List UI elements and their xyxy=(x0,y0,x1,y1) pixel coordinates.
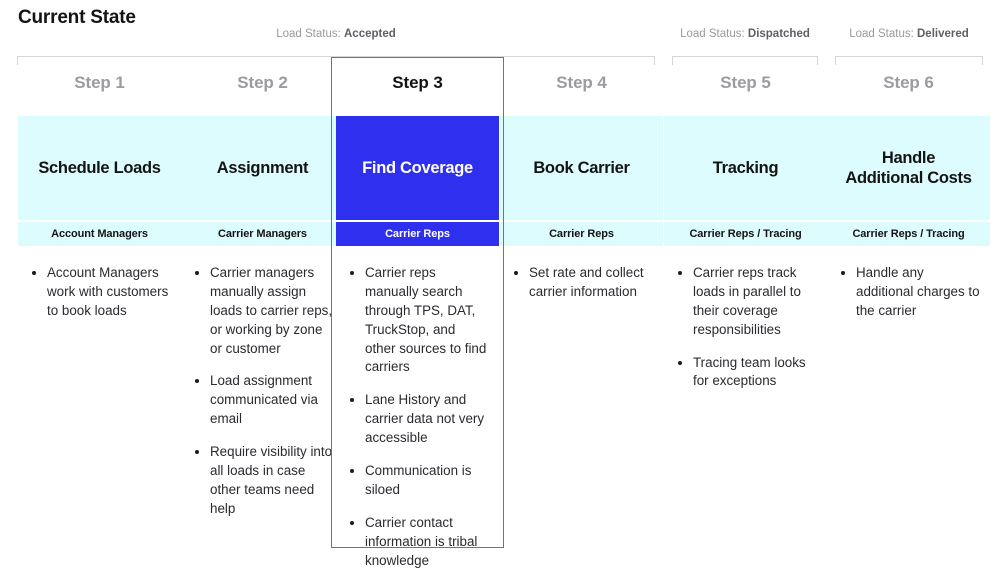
step-bullet-list: Handle any additional charges to the car… xyxy=(827,246,990,321)
step-label: Step 5 xyxy=(720,73,771,92)
step-card-body: Assignment xyxy=(181,116,344,220)
step-card-role: Carrier Managers xyxy=(218,228,307,240)
step-card-footer: Account Managers xyxy=(18,220,181,246)
list-item: Carrier contact information is tribal kn… xyxy=(346,514,489,571)
load-status-group: Load Status: Dispatched xyxy=(672,28,818,65)
step-label: Step 4 xyxy=(556,73,607,92)
step-card-role: Account Managers xyxy=(51,228,148,240)
load-status-group: Load Status: Accepted xyxy=(17,28,655,65)
page-title: Current State xyxy=(18,7,136,28)
load-status-label: Load Status: Dispatched xyxy=(672,28,818,40)
load-status-value: Dispatched xyxy=(747,28,810,40)
step-card-role: Carrier Reps / Tracing xyxy=(852,228,965,240)
load-status-value: Accepted xyxy=(344,28,396,40)
load-status-band: Load Status: Accepted Load Status: Dispat… xyxy=(0,28,1000,65)
load-status-label: Load Status: Delivered xyxy=(835,28,983,40)
step-card-footer: Carrier Reps xyxy=(336,220,499,246)
step-card-title: Handle Additional Costs xyxy=(845,148,972,187)
list-item: Handle any additional charges to the car… xyxy=(837,264,980,321)
load-status-value: Delivered xyxy=(917,28,969,40)
step-card-body: Schedule Loads xyxy=(18,116,181,220)
step-card-title: Tracking xyxy=(712,158,779,177)
list-item: Load assignment communicated via email xyxy=(191,372,334,429)
process-step-column-5[interactable]: Step 5 Tracking Carrier Reps / Tracing Carr… xyxy=(664,64,827,405)
step-bullet-list: Set rate and collect carrier information xyxy=(500,246,663,302)
process-step-column-3[interactable]: Step 3 Find Coverage Carrier Reps Carrier r… xyxy=(336,64,499,584)
step-card[interactable]: Schedule Loads Account Managers xyxy=(18,116,181,246)
list-item: Carrier reps manually search through TPS… xyxy=(346,264,489,377)
step-card-title: Book Carrier xyxy=(533,158,630,177)
process-step-column-1[interactable]: Step 1 Schedule Loads Account Managers Acco… xyxy=(18,64,181,335)
step-card-title: Schedule Loads xyxy=(38,158,161,177)
step-card-footer: Carrier Reps / Tracing xyxy=(664,220,827,246)
list-item: Carrier managers manually assign loads t… xyxy=(191,264,334,358)
step-card-footer: Carrier Reps xyxy=(500,220,663,246)
step-card[interactable]: Book Carrier Carrier Reps xyxy=(500,116,663,246)
process-steps-container: Step 1 Schedule Loads Account Managers Acco… xyxy=(0,64,1000,568)
step-card-footer: Carrier Reps / Tracing xyxy=(827,220,990,246)
step-card-body: Tracking xyxy=(664,116,827,220)
load-status-prefix: Load Status: xyxy=(680,28,745,40)
list-item: Communication is siloed xyxy=(346,462,489,500)
step-label: Step 1 xyxy=(74,73,125,92)
list-item: Tracing team looks for exceptions xyxy=(674,354,817,392)
list-item: Carrier reps track loads in parallel to … xyxy=(674,264,817,340)
process-step-column-6[interactable]: Step 6 Handle Additional Costs Carrier Rep… xyxy=(827,64,990,335)
step-card[interactable]: Handle Additional Costs Carrier Reps / Tr… xyxy=(827,116,990,246)
load-status-prefix: Load Status: xyxy=(276,28,341,40)
list-item: Require visibility into all loads in cas… xyxy=(191,443,334,519)
step-card[interactable]: Tracking Carrier Reps / Tracing xyxy=(664,116,827,246)
step-card-body: Find Coverage xyxy=(336,116,499,220)
step-card-footer: Carrier Managers xyxy=(181,220,344,246)
step-card-role: Carrier Reps xyxy=(549,228,614,240)
step-card-title: Find Coverage xyxy=(362,158,473,177)
step-bullet-list: Carrier managers manually assign loads t… xyxy=(181,246,344,519)
step-card-body: Handle Additional Costs xyxy=(827,116,990,220)
load-status-label: Load Status: Accepted xyxy=(17,28,655,40)
step-bullet-list: Carrier reps track loads in parallel to … xyxy=(664,246,827,391)
step-card[interactable]: Assignment Carrier Managers xyxy=(181,116,344,246)
step-card-role: Carrier Reps xyxy=(385,228,450,240)
step-card[interactable]: Find Coverage Carrier Reps xyxy=(336,116,499,246)
list-item: Lane History and carrier data not very a… xyxy=(346,391,489,448)
step-card-body: Book Carrier xyxy=(500,116,663,220)
step-label: Step 2 xyxy=(237,73,288,92)
load-status-group: Load Status: Delivered xyxy=(835,28,983,65)
step-card-role: Carrier Reps / Tracing xyxy=(689,228,802,240)
step-card-title: Assignment xyxy=(216,158,309,177)
load-status-prefix: Load Status: xyxy=(849,28,914,40)
step-bullet-list: Carrier reps manually search through TPS… xyxy=(336,246,499,570)
step-label: Step 3 xyxy=(392,73,443,92)
process-step-column-4[interactable]: Step 4 Book Carrier Carrier Reps Set rate a… xyxy=(500,64,663,316)
step-label: Step 6 xyxy=(883,73,934,92)
list-item: Account Managers work with customers to … xyxy=(28,264,171,321)
step-bullet-list: Account Managers work with customers to … xyxy=(18,246,181,321)
list-item: Set rate and collect carrier information xyxy=(510,264,653,302)
process-step-column-2[interactable]: Step 2 Assignment Carrier Managers Carrier … xyxy=(181,64,344,533)
